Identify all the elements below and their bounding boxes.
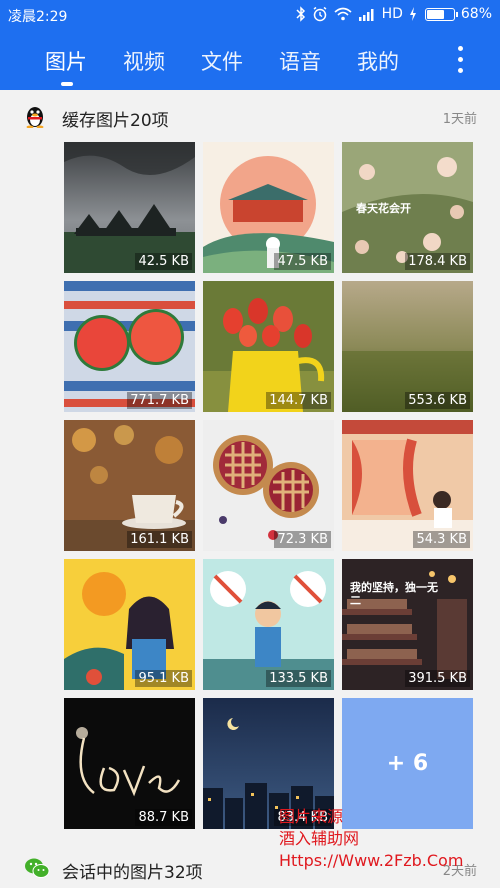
more-options-icon[interactable] [450, 44, 470, 76]
more-count: + 6 [386, 751, 429, 776]
battery-icon [424, 7, 458, 21]
image-thumb[interactable]: 72.3 KB [203, 420, 334, 551]
file-size-label: 47.5 KB [274, 253, 331, 270]
image-thumb[interactable]: 54.3 KB [342, 420, 473, 551]
watermark-text: 图片来源 酒入辅助网 Https://Www.2Fzb.Com [279, 806, 463, 872]
watermark-line: 酒入辅助网 [279, 829, 360, 848]
image-thumb[interactable]: 553.6 KB [342, 281, 473, 412]
image-thumb[interactable]: 144.7 KB [203, 281, 334, 412]
tab-voice[interactable]: 语音 [279, 46, 321, 76]
file-size-label: 144.7 KB [266, 392, 331, 409]
top-tab-bar: 图片 视频 文件 语音 我的 [0, 30, 500, 90]
image-thumb[interactable]: 47.5 KB [203, 142, 334, 273]
wifi-icon [334, 7, 352, 21]
file-size-label: 771.7 KB [127, 392, 192, 409]
signal-icon [358, 8, 374, 21]
image-thumb[interactable]: 133.5 KB [203, 559, 334, 690]
section-time: 1天前 [442, 112, 477, 127]
status-bar: 凌晨2:29 HD 68% [0, 0, 500, 30]
section-header-cache[interactable]: 缓存图片20项 1天前 [0, 92, 500, 142]
image-thumb[interactable]: 161.1 KB [64, 420, 195, 551]
file-size-label: 161.1 KB [127, 531, 192, 548]
section-title: 会话中的图片32项 [62, 863, 203, 883]
tab-mine[interactable]: 我的 [357, 46, 399, 76]
watermark-line: 图片来源 [279, 807, 344, 826]
file-size-label: 72.3 KB [274, 531, 331, 548]
watermark-url: Https://Www.2Fzb.Com [279, 851, 464, 870]
file-size-label: 42.5 KB [135, 253, 192, 270]
file-size-label: 54.3 KB [413, 531, 470, 548]
bluetooth-icon [296, 6, 305, 22]
image-thumb[interactable]: 88.7 KB [64, 698, 195, 829]
wechat-icon [25, 858, 50, 878]
image-caption: 我的坚持，独一无二 [350, 581, 438, 607]
battery-percent: 68% [460, 6, 492, 22]
file-size-label: 391.5 KB [405, 670, 470, 687]
file-size-label: 178.4 KB [405, 253, 470, 270]
image-thumb[interactable]: 771.7 KB [64, 281, 195, 412]
image-caption: 春天花会开 [356, 202, 411, 215]
file-size-label: 95.1 KB [135, 670, 192, 687]
tab-images[interactable]: 图片 [45, 46, 87, 76]
section-title: 缓存图片20项 [62, 111, 169, 131]
file-size-label: 553.6 KB [405, 392, 470, 409]
tab-videos[interactable]: 视频 [123, 46, 165, 76]
qq-penguin-icon [26, 107, 44, 128]
image-thumb[interactable]: 春天花会开 178.4 KB [342, 142, 473, 273]
file-size-label: 133.5 KB [266, 670, 331, 687]
active-tab-indicator [61, 82, 73, 86]
tab-files[interactable]: 文件 [201, 46, 243, 76]
image-thumb[interactable]: 42.5 KB [64, 142, 195, 273]
image-thumb[interactable]: 95.1 KB [64, 559, 195, 690]
status-time: 凌晨2:29 [8, 9, 68, 25]
network-type: HD [381, 6, 403, 22]
status-icons: HD 68% [296, 6, 492, 22]
file-size-label: 88.7 KB [135, 809, 192, 826]
alarm-icon [313, 6, 327, 22]
image-thumb[interactable]: 我的坚持，独一无二 391.5 KB [342, 559, 473, 690]
charging-icon [409, 7, 416, 21]
